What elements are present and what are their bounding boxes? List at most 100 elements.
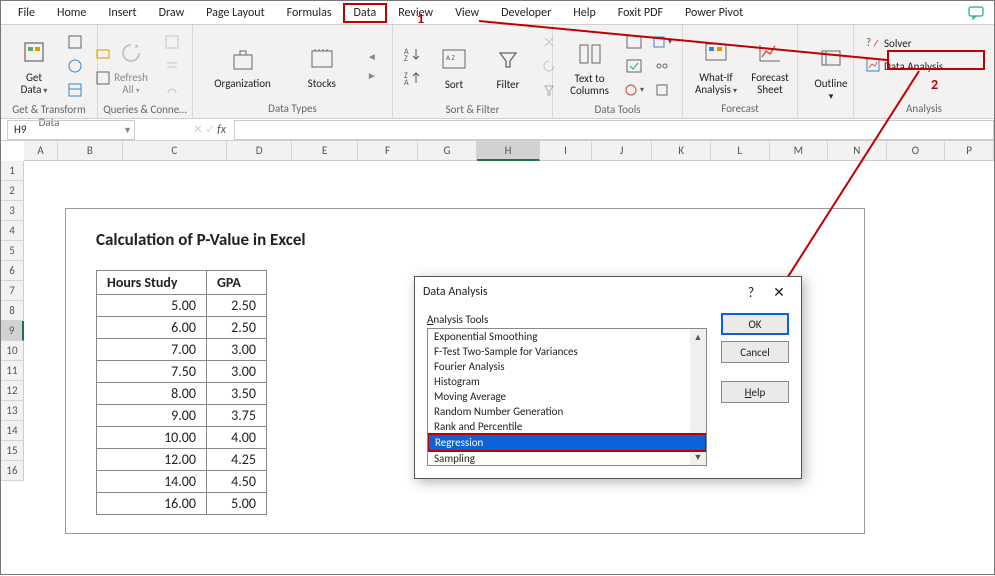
analysis-option[interactable]: Moving Average <box>428 389 706 404</box>
menu-foxit-pdf[interactable]: Foxit PDF <box>607 3 674 23</box>
analysis-option[interactable]: Fourier Analysis <box>428 359 706 374</box>
col-header-B[interactable]: B <box>58 141 122 161</box>
fx-icon[interactable]: fx <box>217 123 226 137</box>
col-header-F[interactable]: F <box>358 141 419 161</box>
col-header-D[interactable]: D <box>227 141 292 161</box>
col-header-K[interactable]: K <box>652 141 711 161</box>
ok-button[interactable]: OK <box>721 313 789 335</box>
consolidate-icon[interactable] <box>650 31 674 53</box>
table-cell: 14.00 <box>97 471 207 493</box>
sort-button[interactable]: A Z Sort <box>429 40 479 93</box>
name-box[interactable]: H9 ▼ <box>7 120 135 140</box>
queries-icon[interactable] <box>160 31 184 53</box>
row-header-9[interactable]: 9 <box>1 321 24 341</box>
help-button[interactable]: Help <box>721 381 789 403</box>
formula-input[interactable] <box>234 120 994 140</box>
analysis-tools-listbox[interactable]: Exponential SmoothingF-Test Two-Sample f… <box>427 328 707 466</box>
datatype-prev-icon[interactable]: ◄ <box>367 50 377 63</box>
row-header-8[interactable]: 8 <box>1 301 24 321</box>
col-header-I[interactable]: I <box>540 141 592 161</box>
stocks-button[interactable]: Stocks <box>297 39 347 92</box>
dialog-close-icon[interactable]: ✕ <box>765 278 793 306</box>
col-header-G[interactable]: G <box>418 141 477 161</box>
from-web-icon[interactable] <box>63 55 87 77</box>
row-header-5[interactable]: 5 <box>1 241 24 261</box>
data-validation-icon[interactable] <box>622 79 646 101</box>
menu-developer[interactable]: Developer <box>490 3 562 23</box>
menu-help[interactable]: Help <box>562 3 607 23</box>
analysis-option[interactable]: Sampling <box>428 451 706 466</box>
scroll-up-icon[interactable]: ▲ <box>690 329 706 345</box>
refresh-icon <box>115 37 147 69</box>
row-header-11[interactable]: 11 <box>1 361 24 381</box>
col-header-L[interactable]: L <box>711 141 770 161</box>
from-table-icon[interactable] <box>63 79 87 101</box>
col-header-C[interactable]: C <box>123 141 227 161</box>
text-to-columns-button[interactable]: Text to Columns <box>561 34 618 99</box>
menu-insert[interactable]: Insert <box>97 3 147 23</box>
menu-view[interactable]: View <box>444 3 490 23</box>
row-header-4[interactable]: 4 <box>1 221 24 241</box>
row-header-3[interactable]: 3 <box>1 201 24 221</box>
from-text-csv-icon[interactable] <box>63 31 87 53</box>
outline-button[interactable]: Outline▾ <box>806 39 856 105</box>
name-box-dropdown-icon[interactable]: ▼ <box>123 125 132 136</box>
col-header-J[interactable]: J <box>592 141 653 161</box>
menu-review[interactable]: Review <box>387 3 444 23</box>
analysis-option[interactable]: Regression <box>427 433 707 452</box>
row-header-10[interactable]: 10 <box>1 341 24 361</box>
row-header-1[interactable]: 1 <box>1 161 24 181</box>
filter-button[interactable]: Filter <box>483 40 533 93</box>
col-header-A[interactable]: A <box>24 141 58 161</box>
menu-formulas[interactable]: Formulas <box>276 3 343 23</box>
get-data-button[interactable]: Get Data <box>9 33 59 99</box>
row-header-7[interactable]: 7 <box>1 281 24 301</box>
col-header-N[interactable]: N <box>828 141 887 161</box>
refresh-all-button[interactable]: Refresh All <box>106 33 156 99</box>
row-header-12[interactable]: 12 <box>1 381 24 401</box>
row-header-6[interactable]: 6 <box>1 261 24 281</box>
row-header-14[interactable]: 14 <box>1 421 24 441</box>
menu-draw[interactable]: Draw <box>148 3 196 23</box>
analysis-option[interactable]: F-Test Two-Sample for Variances <box>428 344 706 359</box>
menu-home[interactable]: Home <box>46 3 97 23</box>
what-if-button[interactable]: What-If Analysis <box>691 33 741 99</box>
worksheet[interactable]: ABCDEFGHIJKLMNOP12345678910111213141516 <box>1 141 994 161</box>
remove-duplicates-icon[interactable] <box>622 55 646 77</box>
row-header-15[interactable]: 15 <box>1 441 24 461</box>
group-label-data-tools: Data Tools <box>557 101 678 119</box>
analysis-option[interactable]: Random Number Generation <box>428 404 706 419</box>
row-header-2[interactable]: 2 <box>1 181 24 201</box>
advanced-icon[interactable] <box>537 79 561 101</box>
sort-az-icon[interactable]: AZ <box>401 43 425 65</box>
menu-page-layout[interactable]: Page Layout <box>195 3 275 23</box>
flash-fill-icon[interactable] <box>622 31 646 53</box>
relationships-icon[interactable] <box>650 55 674 77</box>
organization-icon <box>227 43 259 75</box>
forecast-sheet-button[interactable]: Forecast Sheet <box>745 33 795 98</box>
properties-icon[interactable] <box>160 55 184 77</box>
col-header-P[interactable]: P <box>945 141 994 161</box>
col-header-O[interactable]: O <box>887 141 946 161</box>
manage-data-model-icon[interactable] <box>650 79 674 101</box>
analysis-option[interactable]: Exponential Smoothing <box>428 329 706 344</box>
menu-file[interactable]: File <box>7 3 46 23</box>
solver-icon: ? <box>866 35 880 52</box>
edit-links-icon[interactable] <box>160 79 184 101</box>
menu-data[interactable]: Data <box>343 3 388 23</box>
col-header-M[interactable]: M <box>770 141 829 161</box>
sort-za-icon[interactable]: ZA <box>401 67 425 89</box>
row-header-16[interactable]: 16 <box>1 461 24 481</box>
analysis-option[interactable]: Rank and Percentile <box>428 419 706 434</box>
cancel-button[interactable]: Cancel <box>721 341 789 363</box>
menu-power-pivot[interactable]: Power Pivot <box>674 3 754 23</box>
outline-label: Outline <box>814 77 847 90</box>
analysis-option[interactable]: Histogram <box>428 374 706 389</box>
comments-icon[interactable] <box>966 3 986 23</box>
organization-button[interactable]: Organization <box>208 39 277 92</box>
dialog-help-icon[interactable]: ? <box>737 278 765 306</box>
datatype-next-icon[interactable]: ► <box>367 69 377 82</box>
row-header-13[interactable]: 13 <box>1 401 24 421</box>
col-header-H[interactable]: H <box>477 141 540 161</box>
col-header-E[interactable]: E <box>292 141 357 161</box>
